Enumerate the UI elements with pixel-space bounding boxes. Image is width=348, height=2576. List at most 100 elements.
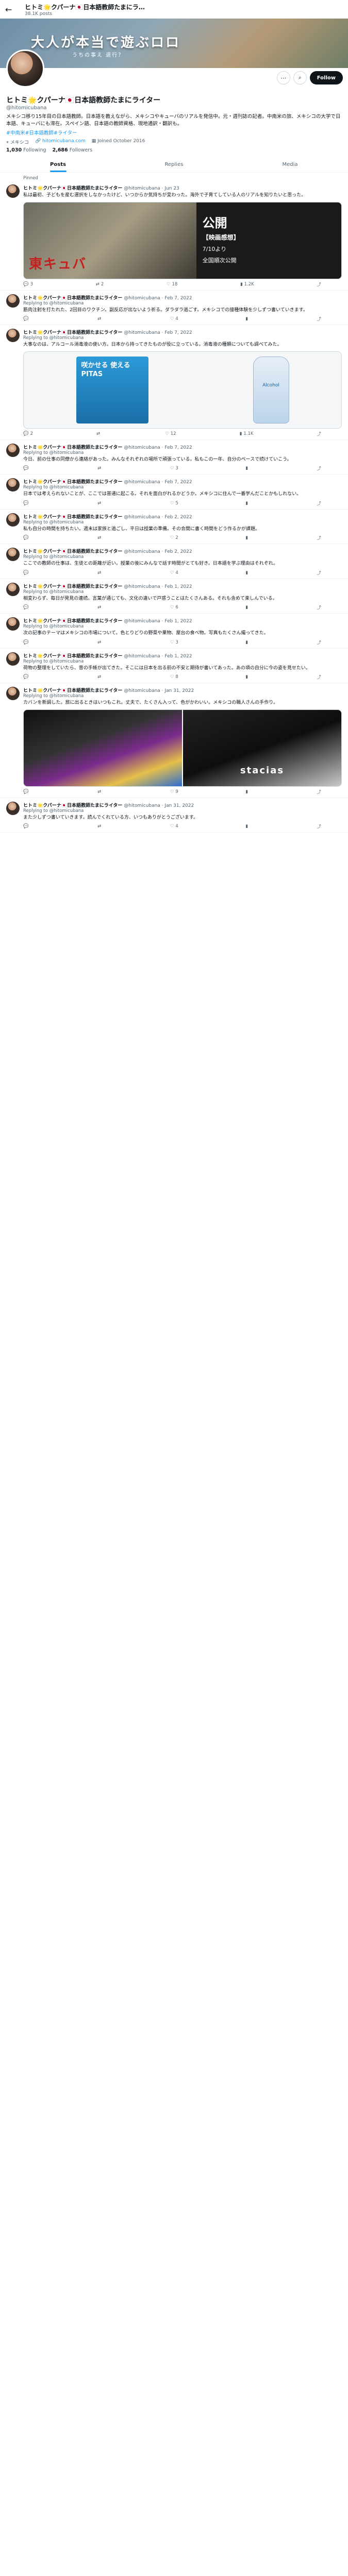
reply-button[interactable]: 💬 <box>23 500 30 506</box>
tab-replies[interactable]: Replies <box>116 157 232 172</box>
share-button[interactable]: ⤴ <box>317 535 321 541</box>
back-arrow-icon[interactable]: ← <box>5 5 15 14</box>
tweet-avatar[interactable] <box>6 513 20 527</box>
tweet-author-name[interactable]: ヒトミ🌟クパーナ🇯🇵日本語教師たまにライター <box>23 186 122 191</box>
views-button[interactable]: ▮ <box>245 674 250 680</box>
tweet[interactable]: ヒトミ🌟クパーナ🇯🇵日本語教師たまにライター @hitomicubana · F… <box>0 510 348 545</box>
profile-avatar[interactable] <box>6 49 44 88</box>
retweet-button[interactable]: ⇄ <box>97 535 103 541</box>
tweet-author-name[interactable]: ヒトミ🌟クパーナ🇯🇵日本語教師たまにライター <box>23 515 122 520</box>
tweet[interactable]: ヒトミ🌟クパーナ🇯🇵日本語教師たまにライター @hitomicubana · F… <box>0 544 348 579</box>
profile-hashtags[interactable]: #中南米#日本語教師#ライター <box>6 130 342 137</box>
tweet-reply-context[interactable]: Replying to @hitomicubana <box>23 450 342 455</box>
reply-button[interactable]: 💬 <box>23 570 30 576</box>
views-button[interactable]: ▮ <box>245 823 250 829</box>
retweet-button[interactable]: ⇄ <box>97 604 103 611</box>
like-button[interactable]: ♡ 9 <box>170 789 178 795</box>
reply-button[interactable]: 💬 3 <box>23 281 33 287</box>
tweet[interactable]: ヒトミ🌟クパーナ🇯🇵日本語教師たまにライター @hitomicubana · J… <box>0 798 348 833</box>
tweet-reply-context[interactable]: Replying to @hitomicubana <box>23 520 342 525</box>
tweet[interactable]: ヒトミ🌟クパーナ🇯🇵日本語教師たまにライター @hitomicubana · F… <box>0 440 348 475</box>
search-button[interactable]: ⌕ <box>293 71 307 84</box>
share-button[interactable]: ⤴ <box>317 639 321 646</box>
like-button[interactable]: ♡ 3 <box>170 639 178 646</box>
tweet-reply-context[interactable]: Replying to @hitomicubana <box>23 485 342 490</box>
website-link[interactable]: hitomicubana.com <box>42 139 86 144</box>
retweet-button[interactable]: ⇄ 2 <box>96 281 104 287</box>
share-button[interactable]: ⤴ <box>317 789 321 795</box>
like-button[interactable]: ♡ 12 <box>165 431 176 437</box>
tweet-reply-context[interactable]: Replying to @hitomicubana <box>23 693 342 699</box>
tweet-media[interactable]: 咲かせる 使える PITAS Alcohol <box>23 351 342 429</box>
reply-button[interactable]: 💬 <box>23 823 30 829</box>
reply-button[interactable]: 💬 <box>23 674 30 680</box>
tweet-reply-context[interactable]: Replying to @hitomicubana <box>23 659 342 664</box>
share-button[interactable]: ⤴ <box>317 465 321 471</box>
views-button[interactable]: ▮ <box>245 500 250 506</box>
views-button[interactable]: ▮ <box>245 316 250 322</box>
tweet-avatar[interactable] <box>6 329 20 343</box>
retweet-button[interactable]: ⇄ <box>97 500 103 506</box>
retweet-button[interactable]: ⇄ <box>97 789 103 795</box>
retweet-button[interactable]: ⇄ <box>97 823 103 829</box>
tweet-author-name[interactable]: ヒトミ🌟クパーナ🇯🇵日本語教師たまにライター <box>23 330 122 335</box>
views-button[interactable]: ▮ 1.2K <box>240 281 254 287</box>
tab-posts[interactable]: Posts <box>0 157 116 173</box>
retweet-button[interactable]: ⇄ <box>97 465 103 471</box>
retweet-button[interactable]: ⇄ <box>97 674 103 680</box>
tweet-author-name[interactable]: ヒトミ🌟クパーナ🇯🇵日本語教師たまにライター <box>23 584 122 589</box>
tweet-author-name[interactable]: ヒトミ🌟クパーナ🇯🇵日本語教師たまにライター <box>23 619 122 624</box>
tweet[interactable]: ヒトミ🌟クパーナ🇯🇵日本語教師たまにライター @hitomicubana · J… <box>0 683 348 798</box>
views-button[interactable]: ▮ <box>245 789 250 795</box>
tweet[interactable]: ヒトミ🌟クパーナ🇯🇵日本語教師たまにライター @hitomicubana · F… <box>0 649 348 684</box>
share-button[interactable]: ⤴ <box>317 431 321 437</box>
share-button[interactable]: ⤴ <box>317 500 321 506</box>
tweet[interactable]: ヒトミ🌟クパーナ🇯🇵日本語教師たまにライター @hitomicubana · F… <box>0 325 348 440</box>
like-button[interactable]: ♡ 8 <box>170 674 178 680</box>
reply-button[interactable]: 💬 <box>23 789 30 795</box>
tweet[interactable]: ヒトミ🌟クパーナ🇯🇵日本語教師たまにライター @hitomicubana · F… <box>0 614 348 649</box>
like-button[interactable]: ♡ 4 <box>170 823 178 829</box>
tweet-reply-context[interactable]: Replying to @hitomicubana <box>23 589 342 595</box>
tweet-avatar[interactable] <box>6 443 20 457</box>
tweet-media[interactable]: stacias <box>23 709 342 787</box>
views-button[interactable]: ▮ <box>245 639 250 646</box>
tweet-avatar[interactable] <box>6 652 20 666</box>
like-button[interactable]: ♡ 5 <box>170 500 178 506</box>
retweet-button[interactable]: ⇄ <box>97 316 103 322</box>
reply-button[interactable]: 💬 2 <box>23 431 33 437</box>
tweet-author-name[interactable]: ヒトミ🌟クパーナ🇯🇵日本語教師たまにライター <box>23 549 122 554</box>
profile-banner[interactable]: 大人が本当で遊ぶロロ うちの事え 退行？ <box>0 19 348 68</box>
tweet[interactable]: ヒトミ🌟クパーナ🇯🇵日本語教師たまにライター @hitomicubana · F… <box>0 291 348 326</box>
tweet-avatar[interactable] <box>6 184 20 198</box>
tweet-avatar[interactable] <box>6 582 20 596</box>
tweet[interactable]: ヒトミ🌟クパーナ🇯🇵日本語教師たまにライター @hitomicubana · F… <box>0 474 348 510</box>
tweet-avatar[interactable] <box>6 548 20 562</box>
retweet-button[interactable]: ⇄ <box>96 431 102 437</box>
follow-button[interactable]: Follow <box>309 71 343 84</box>
website-item[interactable]: 🔗 hitomicubana.com <box>35 139 86 145</box>
share-button[interactable]: ⤴ <box>317 604 321 611</box>
views-button[interactable]: ▮ 1.1K <box>240 431 254 437</box>
tweet-reply-context[interactable]: Replying to @hitomicubana <box>23 335 342 341</box>
views-button[interactable]: ▮ <box>245 604 250 611</box>
tweet-avatar[interactable] <box>6 294 20 308</box>
tweet-reply-context[interactable]: Replying to @hitomicubana <box>23 301 342 306</box>
tweet-avatar[interactable] <box>6 617 20 631</box>
followers-count-link[interactable]: 2,686 Followers <box>53 147 93 153</box>
tweet-reply-context[interactable]: Replying to @hitomicubana <box>23 624 342 629</box>
tweet[interactable]: ヒトミ🌟クパーナ🇯🇵日本語教師たまにライター @hitomicubana · J… <box>0 181 348 291</box>
tweet-reply-context[interactable]: Replying to @hitomicubana <box>23 808 342 814</box>
tab-media[interactable]: Media <box>232 157 348 172</box>
like-button[interactable]: ♡ 3 <box>170 465 178 471</box>
reply-button[interactable]: 💬 <box>23 465 30 471</box>
following-count-link[interactable]: 1,030 Following <box>6 147 46 153</box>
share-button[interactable]: ⤴ <box>317 570 321 576</box>
reply-button[interactable]: 💬 <box>23 604 30 611</box>
tweet-avatar[interactable] <box>6 478 20 492</box>
reply-button[interactable]: 💬 <box>23 639 30 646</box>
tweet-author-name[interactable]: ヒトミ🌟クパーナ🇯🇵日本語教師たまにライター <box>23 654 122 659</box>
share-button[interactable]: ⤴ <box>317 674 321 680</box>
tweet-author-name[interactable]: ヒトミ🌟クパーナ🇯🇵日本語教師たまにライター <box>23 688 122 693</box>
tweet-avatar[interactable] <box>6 801 20 815</box>
